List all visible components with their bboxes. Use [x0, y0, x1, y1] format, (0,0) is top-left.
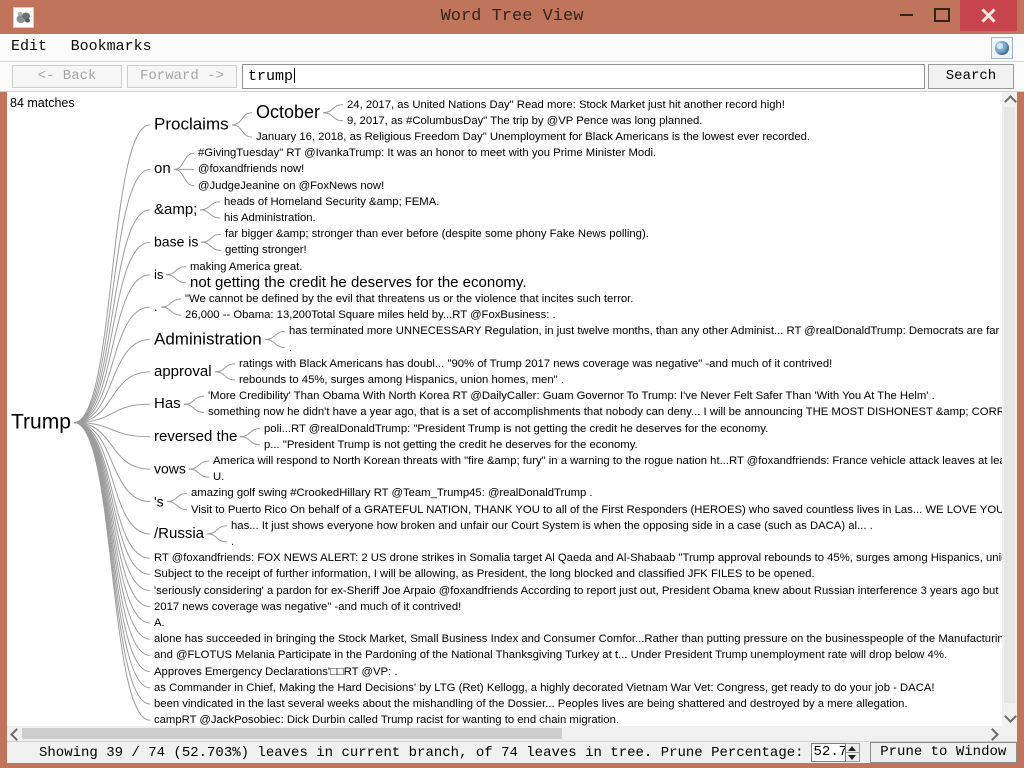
tree-leaf-label[interactable]: alone has succeeded in bringing the Stoc… — [154, 633, 1002, 645]
tree-branch-label[interactable]: . — [154, 299, 158, 314]
tree-branch-label[interactable]: is — [154, 267, 163, 282]
vertical-scrollbar[interactable] — [1002, 92, 1017, 726]
globe-icon — [995, 41, 1009, 55]
tree-leaf-label[interactable]: 9, 2017, as #ColumbusDay" The trip by @V… — [347, 115, 702, 127]
scrollbar-corner — [1002, 726, 1017, 741]
tree-leaf-label[interactable]: 24, 2017, as United Nations Day" Read mo… — [347, 98, 785, 110]
horizontal-scrollbar[interactable] — [7, 726, 1002, 741]
spinner-up-icon[interactable] — [846, 744, 859, 753]
tree-leaf-label[interactable]: has... It just shows everyone how broken… — [231, 520, 873, 532]
scroll-down-icon[interactable] — [1004, 710, 1017, 723]
tree-leaf-label[interactable]: . — [289, 341, 292, 353]
word-tree-panel: 84 matches Trump Proclaims October 24, 2017… — [7, 92, 1002, 726]
globe-icon-box[interactable] — [991, 37, 1013, 59]
tree-branch-label[interactable]: base is — [154, 234, 198, 250]
tree-leaf-label[interactable]: . — [231, 536, 234, 548]
close-button[interactable] — [960, 0, 1017, 31]
tree-branch-label[interactable]: October — [256, 102, 320, 123]
tree-leaf-label[interactable]: A. — [154, 617, 165, 629]
status-text: Showing 39 / 74 (52.703%) leaves in curr… — [39, 745, 804, 761]
search-input-value: trump — [248, 68, 293, 85]
tree-leaf-label[interactable]: poli...RT @realDonaldTrump: "President T… — [264, 422, 768, 434]
tree-leaf-label[interactable]: ratings with Black Americans has doubl..… — [239, 358, 832, 370]
tree-leaf-label[interactable]: America will respond to North Korean thr… — [213, 455, 1002, 467]
tree-branch-label[interactable]: vows — [154, 461, 186, 477]
tree-leaf-label[interactable]: amazing golf swing #CrookedHillary RT @T… — [191, 487, 593, 499]
minimize-icon — [900, 14, 913, 16]
tree-leaf-label[interactable]: 26,000 -- Obama: 13,200Total Square mile… — [185, 309, 556, 321]
tree-leaf-label[interactable]: p... "President Trump is not getting the… — [264, 439, 638, 451]
tree-leaf-label[interactable]: 'seriously considering' a pardon for ex-… — [154, 584, 1002, 596]
vertical-scroll-thumb[interactable] — [1004, 107, 1015, 703]
text-caret — [294, 68, 295, 83]
prune-percentage-value[interactable]: 52.70 — [811, 743, 846, 762]
tree-branch-label[interactable]: Proclaims — [154, 114, 229, 134]
tree-leaf-label[interactable]: January 16, 2018, as Religious Freedom D… — [256, 131, 810, 143]
tree-leaf-label[interactable]: campRT @JackPosobiec: Dick Durbin called… — [154, 714, 619, 726]
match-count: 84 matches — [10, 96, 75, 110]
tree-branch-label[interactable]: on — [154, 161, 171, 178]
toolbar: <- Back Forward -> trump Search — [0, 62, 1024, 92]
tree-leaf-label[interactable]: #GivingTuesday" RT @IvankaTrump: It was … — [198, 147, 656, 159]
horizontal-scroll-thumb[interactable] — [22, 728, 562, 739]
tree-leaf-label[interactable]: has terminated more UNNECESSARY Regulati… — [289, 325, 1002, 337]
tree-branch-label[interactable]: &amp; — [154, 201, 197, 218]
tree-branch-label[interactable]: Has — [154, 395, 181, 412]
tree-branch-label[interactable]: /Russia — [154, 525, 204, 542]
tree-branch-label[interactable]: Trump — [11, 410, 71, 434]
tree-leaf-label[interactable]: making America great. — [190, 260, 302, 272]
maximize-icon — [934, 8, 950, 22]
tree-leaf-label[interactable]: 'More Credibility' Than Obama With North… — [208, 390, 935, 402]
tree-leaf-label[interactable]: heads of Homeland Security &amp; FEMA. — [224, 196, 439, 208]
status-bar: Showing 39 / 74 (52.703%) leaves in curr… — [7, 741, 1017, 763]
prune-to-window-button[interactable]: Prune to Window — [870, 742, 1017, 763]
tree-branch-label[interactable]: reversed the — [154, 428, 237, 445]
tree-leaf-label[interactable]: @foxandfriends now! — [198, 163, 304, 175]
tree-leaf-label[interactable]: @JudgeJeanine on @FoxNews now! — [198, 179, 384, 191]
tree-leaf-label[interactable]: "We cannot be defined by the evil that t… — [185, 293, 633, 305]
tree-branch-label[interactable]: approval — [154, 363, 212, 380]
forward-button[interactable]: Forward -> — [127, 65, 237, 88]
close-icon — [981, 8, 996, 23]
minimize-button[interactable] — [888, 0, 924, 30]
window-title: Word Tree View — [0, 0, 1024, 34]
tree-leaf-label[interactable]: Visit to Puerto Rico On behalf of a GRAT… — [191, 503, 1002, 515]
tree-branch-label[interactable]: 's — [154, 493, 164, 509]
search-button[interactable]: Search — [928, 64, 1014, 89]
scroll-left-icon[interactable] — [10, 728, 23, 741]
tree-branch-label[interactable]: Administration — [154, 329, 262, 349]
tree-leaf-label[interactable]: been vindicated in the last several week… — [154, 698, 908, 710]
scroll-right-icon[interactable] — [986, 728, 999, 741]
tree-leaf-label[interactable]: far bigger &amp; stronger than ever befo… — [225, 228, 649, 240]
tree-leaf-label[interactable]: U. — [213, 471, 224, 483]
tree-leaf-label[interactable]: Approves Emergency Declarations'□□RT @VP… — [154, 665, 397, 677]
scroll-up-icon[interactable] — [1004, 95, 1017, 108]
tree-leaf-label[interactable]: RT @foxandfriends: FOX NEWS ALERT: 2 US … — [154, 552, 1002, 564]
menu-edit[interactable]: Edit — [4, 34, 54, 55]
tree-leaf-label[interactable]: something now he didn't have a year ago,… — [208, 406, 1002, 418]
spinner-down-icon[interactable] — [846, 753, 859, 761]
search-input[interactable]: trump — [242, 64, 925, 89]
maximize-button[interactable] — [924, 0, 960, 30]
tree-leaf-label[interactable]: 2017 news coverage was negative" -and mu… — [154, 601, 461, 613]
menu-bookmarks[interactable]: Bookmarks — [64, 34, 159, 55]
menu-bar: Edit Bookmarks — [0, 34, 1024, 62]
tree-leaf-label[interactable]: and @FLOTUS Melania Participate in the P… — [154, 649, 947, 661]
prune-percentage-spinner[interactable]: 52.70 — [811, 743, 860, 762]
back-button[interactable]: <- Back — [12, 65, 122, 88]
tree-leaf-label[interactable]: rebounds to 45%, surges among Hispanics,… — [239, 374, 564, 386]
tree-leaf-label[interactable]: his Administration. — [224, 212, 316, 224]
tree-leaf-label[interactable]: Subject to the receipt of further inform… — [154, 568, 815, 580]
title-bar: Word Tree View — [0, 0, 1024, 34]
tree-leaf-label[interactable]: not getting the credit he deserves for t… — [190, 274, 527, 291]
tree-leaf-label[interactable]: as Commander in Chief, Making the Hard D… — [154, 682, 935, 694]
tree-leaf-label[interactable]: getting stronger! — [225, 244, 307, 256]
